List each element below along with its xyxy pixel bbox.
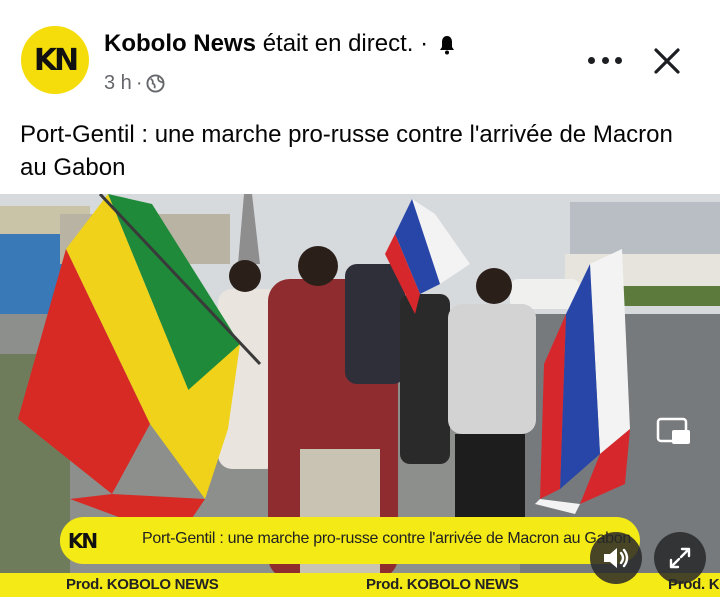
separator: · xyxy=(420,30,429,57)
avatar[interactable]: KN xyxy=(21,26,89,94)
more-options-icon[interactable] xyxy=(588,48,622,72)
post-time[interactable]: 3 h xyxy=(104,72,132,95)
lower-third-headline: Port-Gentil : une marche pro-russe contr… xyxy=(142,530,631,547)
globe-icon xyxy=(146,74,166,93)
ticker-item: Prod. KOBOLO NEWS xyxy=(366,576,519,593)
bell-icon[interactable] xyxy=(439,35,455,55)
page-name-link[interactable]: Kobolo News xyxy=(104,30,256,57)
lower-third-logo-text: KN xyxy=(67,529,98,553)
meta-separator: · xyxy=(135,72,143,94)
close-icon[interactable] xyxy=(650,44,684,78)
expand-icon xyxy=(669,547,691,569)
speaker-icon xyxy=(604,548,629,568)
avatar-logo-text: KN xyxy=(33,42,79,78)
live-status-text: était en direct. xyxy=(262,30,414,57)
post-header: KN Kobolo News était en direct. · 3 h · xyxy=(0,0,720,110)
ticker-item: Prod. KOBOLO NEWS xyxy=(66,576,219,593)
picture-in-picture-icon[interactable] xyxy=(656,417,692,447)
post-author-line: Kobolo News était en direct. · xyxy=(104,30,455,58)
fullscreen-button[interactable] xyxy=(654,532,706,584)
post-text: Port-Gentil : une marche pro-russe contr… xyxy=(20,121,673,181)
sound-button[interactable] xyxy=(590,532,642,584)
post-meta: 3 h · xyxy=(104,72,166,95)
lower-third-logo: KN xyxy=(60,519,104,563)
